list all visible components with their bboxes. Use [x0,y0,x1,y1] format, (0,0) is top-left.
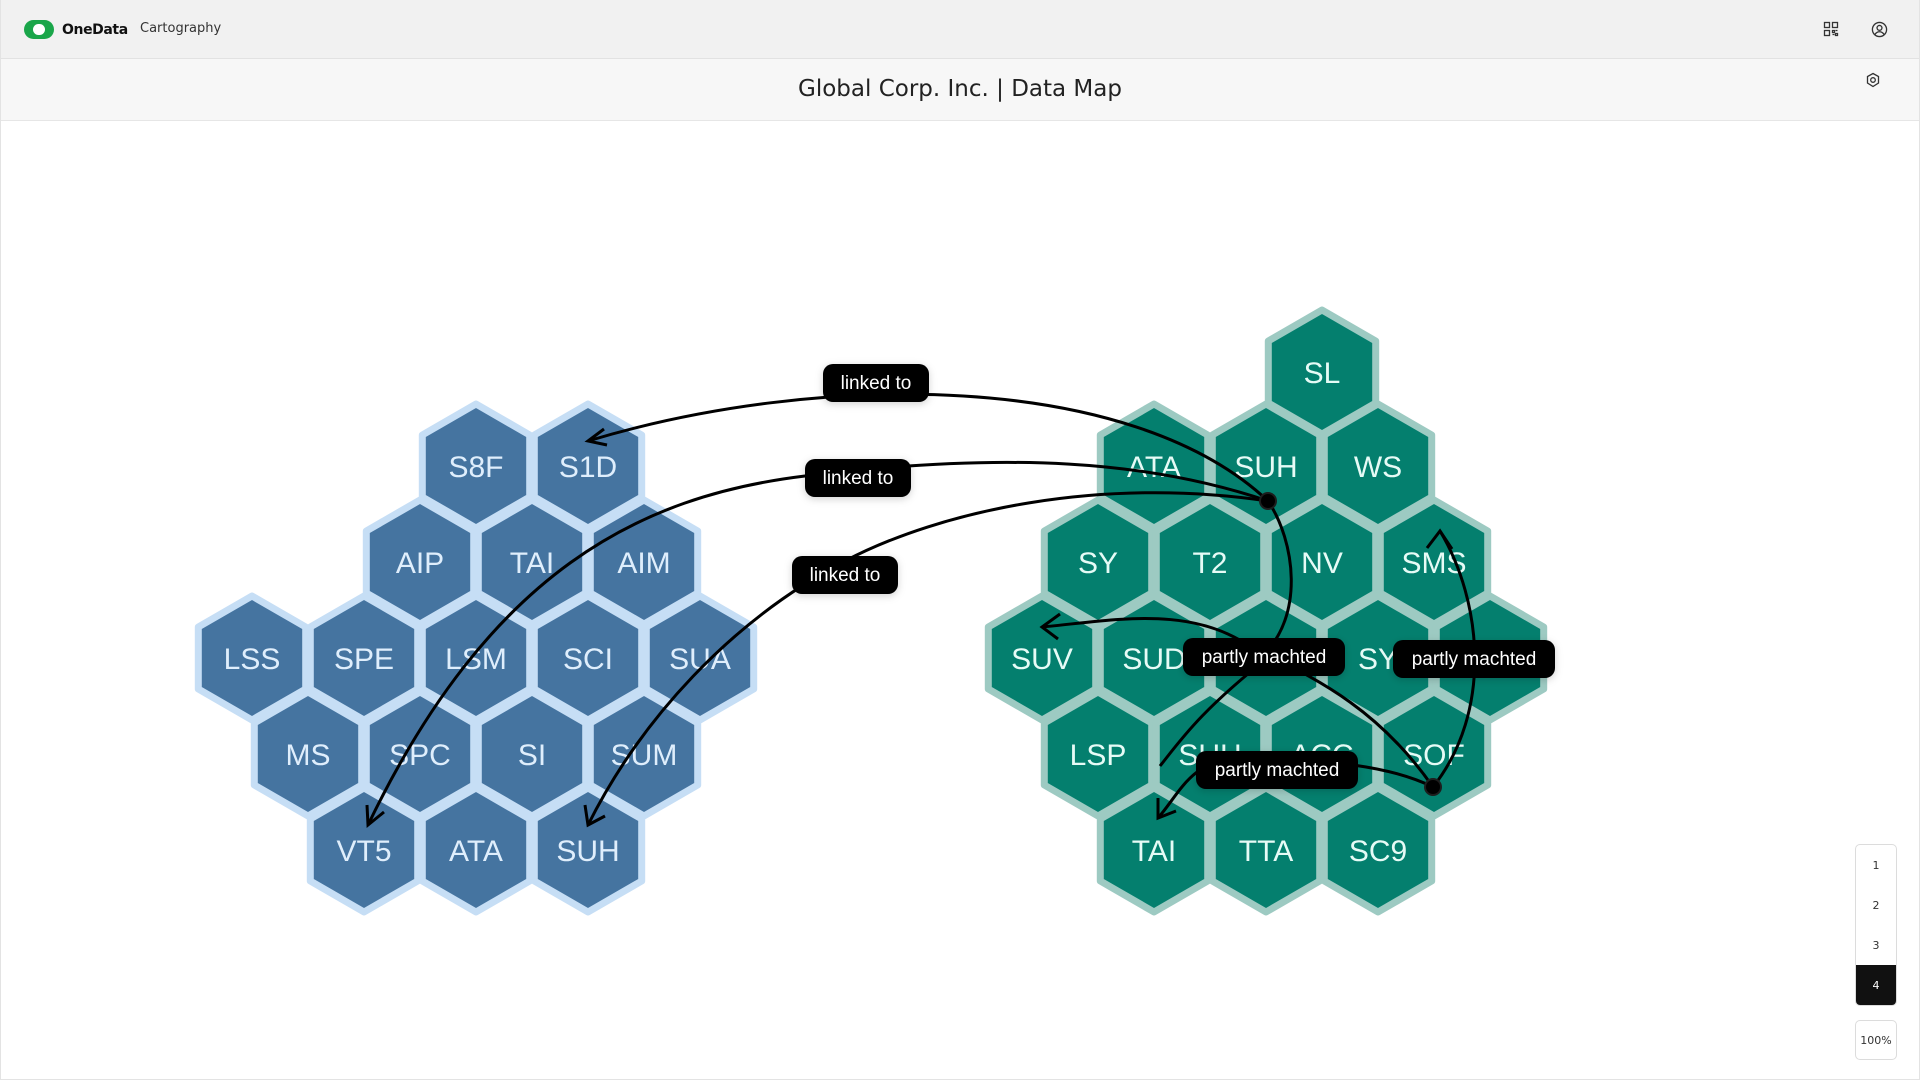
hex-node-right-19[interactable]: SC9 [1320,784,1436,916]
page-title-bar: Global Corp. Inc. | Data Map [0,59,1920,121]
app-name[interactable]: Cartography [140,21,221,36]
node-anchor-suh[interactable] [1259,492,1277,510]
hex-node-label: VT5 [336,835,391,868]
hex-node-label: TTA [1239,835,1293,868]
edge-label-partly-1[interactable]: partly machted [1183,638,1345,676]
edge-label-linked-1[interactable]: linked to [823,364,929,402]
page-button-1[interactable]: 1 [1856,845,1896,885]
hex-node-label: SUD [1122,643,1185,676]
hex-node-label: MS [286,739,331,772]
hex-node-right-17[interactable]: TAI [1096,784,1212,916]
hex-node-label: NV [1301,547,1343,580]
hex-node-right-18[interactable]: TTA [1208,784,1324,916]
edge-label-partly-2[interactable]: partly machted [1393,640,1555,678]
user-account-icon[interactable] [1869,19,1889,39]
hex-node-label: SL [1304,357,1341,390]
hex-node-label: SC9 [1349,835,1407,868]
edge-label-text: linked to [841,373,912,394]
hex-node-label: SUV [1011,643,1073,676]
hex-node-label: SY [1358,643,1398,676]
data-map-canvas[interactable]: S8F S1D AIP TAI AIM LSS SPE LSM SCI SUA MS SPC SI SUM… [0,121,1920,1080]
edge-label-text: partly machted [1202,647,1327,668]
settings-gear-icon[interactable] [1864,71,1884,91]
onedata-logo-icon [24,20,54,39]
edge-label-linked-2[interactable]: linked to [805,459,911,497]
hex-node-label: SI [518,739,546,772]
hex-node-left-16[interactable]: SUH [530,784,646,916]
hex-node-left-15[interactable]: ATA [418,784,534,916]
qr-code-icon[interactable] [1821,19,1841,39]
hex-node-label: SY [1078,547,1118,580]
page-selector: 1 2 3 4 [1855,844,1897,1006]
onedata-logo[interactable]: OneData [24,20,128,39]
top-navigation-bar: OneData Cartography [0,0,1920,59]
edge-label-text: partly machted [1412,649,1537,670]
frame-border [0,0,1,1080]
hex-node-label: SOF [1403,739,1465,772]
edge-label-text: partly machted [1215,760,1340,781]
hex-node-label: AIP [396,547,444,580]
zoom-level-button[interactable]: 100% [1855,1020,1897,1060]
page-button-2[interactable]: 2 [1856,885,1896,925]
edge-label-text: linked to [823,468,894,489]
hex-node-label: ATA [1127,451,1181,484]
hex-node-label: LSP [1070,739,1127,772]
hex-node-label: S1D [559,451,617,484]
hex-node-left-14[interactable]: VT5 [306,784,422,916]
edge-label-linked-3[interactable]: linked to [792,556,898,594]
hex-node-label: SCI [563,643,613,676]
hex-node-label: ATA [449,835,503,868]
edge-label-text: linked to [810,565,881,586]
node-anchor-sof[interactable] [1424,778,1442,796]
hex-node-label: SPE [334,643,394,676]
brand-name: OneData [62,21,128,38]
hex-node-label: SUH [556,835,619,868]
hex-node-label: TAI [1132,835,1176,868]
page-title: Global Corp. Inc. | Data Map [798,76,1122,102]
hex-node-label: AIM [617,547,670,580]
page-button-3[interactable]: 3 [1856,925,1896,965]
edge-label-partly-3[interactable]: partly machted [1196,751,1358,789]
hex-node-label: S8F [448,451,503,484]
page-button-4-active[interactable]: 4 [1856,965,1896,1005]
hex-node-label: WS [1354,451,1402,484]
hex-node-label: TAI [510,547,554,580]
hex-node-label: T2 [1192,547,1227,580]
hex-node-label: LSS [224,643,281,676]
hex-node-label: LSM [445,643,507,676]
